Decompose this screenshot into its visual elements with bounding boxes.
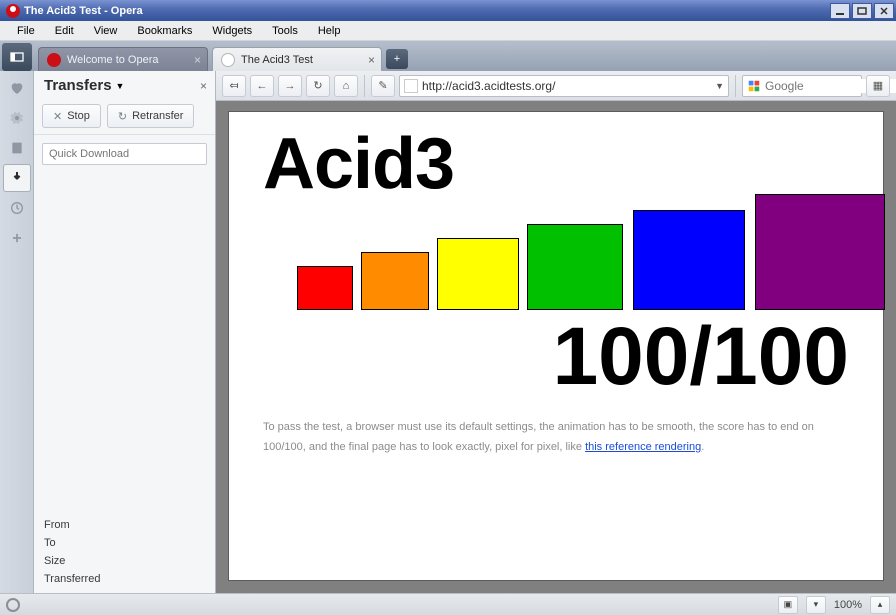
close-window-button[interactable] bbox=[874, 3, 894, 19]
opera-app-icon bbox=[6, 4, 20, 18]
desc-suffix: . bbox=[701, 441, 704, 453]
settings-icon[interactable] bbox=[3, 104, 31, 132]
info-transferred: Transferred bbox=[44, 573, 205, 585]
menu-file[interactable]: File bbox=[8, 23, 44, 39]
color-bar bbox=[633, 210, 745, 310]
menu-help[interactable]: Help bbox=[309, 23, 350, 39]
address-bar[interactable]: ▼ bbox=[399, 75, 729, 97]
tab-welcome[interactable]: Welcome to Opera × bbox=[38, 47, 208, 71]
close-tab-icon[interactable]: × bbox=[194, 53, 201, 67]
color-bar bbox=[297, 266, 353, 310]
transfers-panel: Transfers ▼ × ✕ Stop ↻ Retransfer From T… bbox=[34, 71, 216, 593]
color-bar bbox=[437, 238, 519, 310]
status-bar: ▣ ▾ 100% ▴ bbox=[0, 593, 896, 615]
google-icon bbox=[747, 79, 761, 93]
tab-label: Welcome to Opera bbox=[67, 54, 159, 66]
view-toggle-button[interactable]: ▦ bbox=[866, 75, 890, 97]
stop-button[interactable]: ✕ Stop bbox=[42, 104, 101, 128]
navigation-toolbar: ⤆ ← → ↻ ⌂ ✎ ▼ ▼ ▦ bbox=[216, 71, 896, 101]
menu-view[interactable]: View bbox=[85, 23, 127, 39]
chevron-down-icon[interactable]: ▼ bbox=[715, 81, 724, 91]
wand-button[interactable]: ✎ bbox=[371, 75, 395, 97]
acid3-page: Acid3 100/100 To pass the test, a browse… bbox=[228, 111, 884, 581]
retransfer-label: Retransfer bbox=[132, 110, 183, 122]
score-text: 100/100 bbox=[263, 316, 849, 398]
color-bars bbox=[263, 180, 849, 310]
zoom-in-button[interactable]: ▴ bbox=[870, 596, 890, 614]
retransfer-button[interactable]: ↻ Retransfer bbox=[107, 104, 195, 128]
stop-icon: ✕ bbox=[53, 110, 62, 123]
notes-icon[interactable] bbox=[3, 134, 31, 162]
info-from: From bbox=[44, 519, 205, 531]
close-panel-icon[interactable]: × bbox=[200, 79, 207, 93]
side-icon-bar bbox=[0, 71, 34, 593]
new-tab-button[interactable]: + bbox=[386, 49, 408, 69]
reference-link[interactable]: this reference rendering bbox=[585, 441, 701, 453]
quick-download-input[interactable] bbox=[42, 143, 207, 165]
info-size: Size bbox=[44, 555, 205, 567]
home-button[interactable]: ⌂ bbox=[334, 75, 358, 97]
tab-strip: Welcome to Opera × The Acid3 Test × + bbox=[0, 41, 896, 71]
history-icon[interactable] bbox=[3, 194, 31, 222]
downloads-icon[interactable] bbox=[3, 164, 31, 192]
menu-tools[interactable]: Tools bbox=[263, 23, 307, 39]
color-bar bbox=[527, 224, 623, 310]
forward-button[interactable]: → bbox=[278, 75, 302, 97]
search-box[interactable]: ▼ bbox=[742, 75, 862, 97]
opera-favicon-icon bbox=[47, 53, 61, 67]
tab-acid3[interactable]: The Acid3 Test × bbox=[212, 47, 382, 71]
panel-toggle-button[interactable] bbox=[2, 43, 32, 71]
maximize-button[interactable] bbox=[852, 3, 872, 19]
description-text: To pass the test, a browser must use its… bbox=[263, 416, 849, 457]
zoom-out-button[interactable]: ▾ bbox=[806, 596, 826, 614]
separator bbox=[364, 75, 365, 97]
minimize-button[interactable] bbox=[830, 3, 850, 19]
zoom-level: 100% bbox=[834, 599, 862, 611]
panel-title: Transfers bbox=[44, 77, 112, 94]
chevron-down-icon[interactable]: ▼ bbox=[116, 81, 125, 91]
info-to: To bbox=[44, 537, 205, 549]
url-input[interactable] bbox=[422, 79, 711, 93]
refresh-icon: ↻ bbox=[118, 110, 127, 123]
color-bar bbox=[361, 252, 429, 310]
menu-widgets[interactable]: Widgets bbox=[203, 23, 261, 39]
desc-prefix: To pass the test, a browser must use its… bbox=[263, 421, 814, 453]
stop-label: Stop bbox=[67, 110, 90, 122]
menubar: File Edit View Bookmarks Widgets Tools H… bbox=[0, 21, 896, 41]
menu-edit[interactable]: Edit bbox=[46, 23, 83, 39]
back-button[interactable]: ← bbox=[250, 75, 274, 97]
sync-icon[interactable] bbox=[6, 598, 20, 612]
page-favicon-icon bbox=[221, 53, 235, 67]
tab-label: The Acid3 Test bbox=[241, 54, 313, 66]
menu-bookmarks[interactable]: Bookmarks bbox=[128, 23, 201, 39]
color-bar bbox=[755, 194, 885, 310]
rewind-button[interactable]: ⤆ bbox=[222, 75, 246, 97]
page-viewport: Acid3 100/100 To pass the test, a browse… bbox=[216, 101, 896, 593]
site-favicon-icon bbox=[404, 79, 418, 93]
close-tab-icon[interactable]: × bbox=[368, 53, 375, 67]
favorites-icon[interactable] bbox=[3, 74, 31, 102]
window-title: The Acid3 Test - Opera bbox=[24, 5, 830, 17]
separator bbox=[735, 75, 736, 97]
add-panel-icon[interactable] bbox=[3, 224, 31, 252]
reload-button[interactable]: ↻ bbox=[306, 75, 330, 97]
status-panel-button[interactable]: ▣ bbox=[778, 596, 798, 614]
